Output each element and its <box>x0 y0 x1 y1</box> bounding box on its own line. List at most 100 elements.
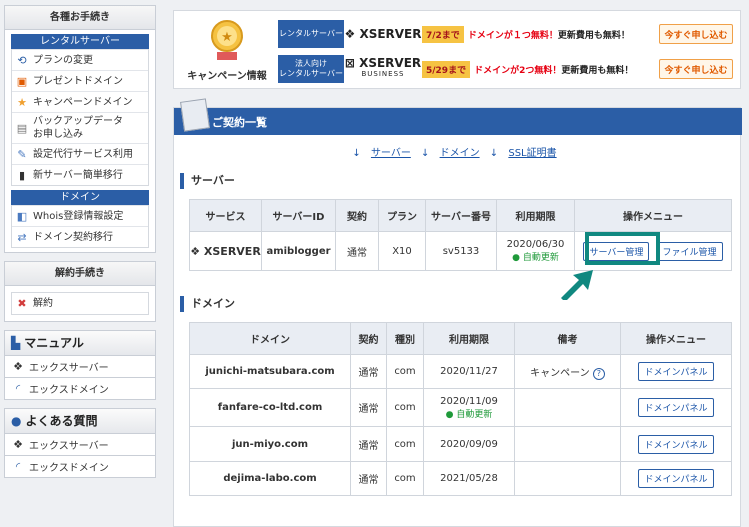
campaign-tag: レンタルサーバー <box>278 20 344 48</box>
campaign-row-business: 法人向け レンタルサーバー ⊠ XSERVER BUSINESS 5/29まで ド… <box>278 54 733 84</box>
domain-panel-button[interactable]: ドメインパネル <box>638 434 714 454</box>
star-icon: ★ <box>17 95 27 109</box>
apply-now-button[interactable]: 今すぐ申し込む <box>659 59 733 79</box>
cancel-box: 解約手続き ✖ 解約 <box>4 261 156 322</box>
anchor-links: ↓ サーバー ↓ ドメイン ↓ SSL証明書 <box>174 144 742 159</box>
document-icon <box>180 98 210 132</box>
plan: X10 <box>378 231 426 271</box>
expiry-cell: 2020/06/30 ● 自動更新 <box>496 231 575 271</box>
table-row: dejima-labo.com 通常 com 2021/05/28 ドメインパネ… <box>189 461 732 496</box>
check-icon: ● <box>445 409 457 420</box>
contract-type: 通常 <box>335 231 379 271</box>
sidebar-item-campaign-domain[interactable]: ★ キャンペーンドメイン <box>12 91 148 112</box>
sidebar-item-domain-transfer[interactable]: ⇄ ドメイン契約移行 <box>12 226 148 247</box>
xserver-logo-icon: ❖ <box>344 26 360 41</box>
expiry-cell: 2020/11/09 ● 自動更新 <box>423 388 515 427</box>
note-cell: キャンペーン ? <box>514 354 621 389</box>
anchor-link-domain[interactable]: ドメイン <box>440 148 480 159</box>
file-management-button[interactable]: ファイル管理 <box>656 241 723 261</box>
domain-panel-button[interactable]: ドメインパネル <box>638 398 714 417</box>
campaign-text: ドメインが2つ無料！更新費用も無料！ <box>474 65 634 76</box>
anchor-link-server[interactable]: サーバー <box>371 148 411 159</box>
domain-heading: ドメイン <box>180 296 235 312</box>
cancel-icon: ✖ <box>17 297 27 310</box>
sidebar-item-backup-data[interactable]: ▤ バックアップデータ お申し込み <box>12 112 148 143</box>
domain-menu: ◧ Whois登録情報設定 ⇄ ドメイン契約移行 <box>11 205 149 248</box>
wrench-icon: ✎ <box>17 147 27 161</box>
svg-text:★: ★ <box>221 30 233 45</box>
manual-link-xserver[interactable]: ❖ エックスサーバー <box>4 356 156 378</box>
cancel-menu: ✖ 解約 <box>11 292 149 315</box>
trophy-icon: ★ <box>211 20 243 60</box>
backup-icon: ▤ <box>16 121 28 135</box>
domain-heading: ドメイン <box>11 190 149 205</box>
faq-link-xdomain[interactable]: ◜ エックスドメイン <box>4 456 156 478</box>
server-heading: サーバー <box>180 173 235 189</box>
refresh-icon: ⟲ <box>17 53 27 67</box>
faq-link-xserver[interactable]: ❖ エックスサーバー <box>4 434 156 456</box>
domain-table: ドメイン 契約 種別 利用期限 備考 操作メニュー junichi-matsub… <box>189 322 732 496</box>
table-header-row: サービス サーバーID 契約 プラン サーバー番号 利用期限 操作メニュー <box>189 199 732 232</box>
server-number: sv5133 <box>425 231 497 271</box>
procedures-title: 各種お手続き <box>5 6 155 30</box>
manual-link-xdomain[interactable]: ◜ エックスドメイン <box>4 378 156 400</box>
contracts-title-bar: ご契約一覧 <box>174 98 742 135</box>
sidebar-item-plan-change[interactable]: ⟲ プランの変更 <box>12 49 148 70</box>
xserver-logo-icon: ❖ <box>13 438 23 451</box>
table-header-row: ドメイン 契約 種別 利用期限 備考 操作メニュー <box>189 322 732 355</box>
pointer-arrow-icon <box>561 270 593 300</box>
anchor-link-ssl[interactable]: SSL証明書 <box>508 148 556 159</box>
campaign-label: キャンペーン情報 <box>187 71 267 82</box>
sidebar: 各種お手続き レンタルサーバー ⟲ プランの変更 ▣ プレゼントドメイン ★ キャンペ… <box>4 5 156 478</box>
table-row: junichi-matsubara.com 通常 com 2020/11/27 … <box>189 354 732 389</box>
campaign-date: 5/29まで <box>422 60 471 78</box>
sidebar-item-present-domain[interactable]: ▣ プレゼントドメイン <box>12 70 148 91</box>
rental-server-heading: レンタルサーバー <box>11 34 149 49</box>
procedures-box: 各種お手続き レンタルサーバー ⟲ プランの変更 ▣ プレゼントドメイン ★ キャンペ… <box>4 5 156 253</box>
gift-icon: ▣ <box>16 74 28 88</box>
xdomain-logo-icon: ◜ <box>15 460 21 473</box>
table-row: jun-miyo.com 通常 com 2020/09/09 ドメインパネル <box>189 426 732 462</box>
xserver-logo: ❖ XSERVER <box>344 26 422 41</box>
rental-server-menu: ⟲ プランの変更 ▣ プレゼントドメイン ★ キャンペーンドメイン ▤ バックアップデー… <box>11 49 149 186</box>
server-icon: ▮ <box>18 168 26 182</box>
campaign-banner: ★ キャンペーン情報 レンタルサーバー ❖ XSERVER 7/2まで ドメイン… <box>173 10 741 89</box>
domain-panel-button[interactable]: ドメインパネル <box>638 362 714 381</box>
speech-bubble-icon: ● <box>11 414 22 428</box>
whois-icon: ◧ <box>16 209 28 223</box>
domain-panel-button[interactable]: ドメインパネル <box>638 469 714 488</box>
sidebar-item-server-migration[interactable]: ▮ 新サーバー簡単移行 <box>12 164 148 185</box>
check-icon: ● <box>512 253 523 263</box>
domain-name: dejima-labo.com <box>189 461 351 496</box>
help-icon[interactable]: ? <box>592 367 605 380</box>
xserver-logo-icon: ⊠ <box>344 56 360 70</box>
domain-name: jun-miyo.com <box>189 426 351 462</box>
table-row: fanfare-co-ltd.com 通常 com 2020/11/09 ● 自動… <box>189 388 732 427</box>
apply-now-button[interactable]: 今すぐ申し込む <box>659 24 733 44</box>
domain-name: fanfare-co-ltd.com <box>189 388 351 427</box>
xserver-logo-icon: ❖ <box>190 244 204 258</box>
xserver-logo-icon: ❖ <box>13 360 23 373</box>
xserver-business-logo: ⊠ XSERVER BUSINESS <box>344 56 422 78</box>
sidebar-item-whois[interactable]: ◧ Whois登録情報設定 <box>12 205 148 226</box>
campaign-info: ★ キャンペーン情報 <box>182 16 272 82</box>
campaign-text: ドメインが１つ無料！更新費用も無料！ <box>467 30 630 41</box>
campaign-date: 7/2まで <box>422 25 464 43</box>
arrow-down-icon: ↓ <box>489 148 502 159</box>
transfer-icon: ⇄ <box>17 230 27 244</box>
cancel-title: 解約手続き <box>5 262 155 286</box>
book-icon: ▙ <box>11 336 21 350</box>
sidebar-item-setting-service[interactable]: ✎ 設定代行サービス利用 <box>12 143 148 164</box>
service-cell: ❖ XSERVER <box>189 231 262 271</box>
xdomain-logo-icon: ◜ <box>15 382 21 395</box>
server-id: amiblogger <box>261 231 336 271</box>
sidebar-item-cancel[interactable]: ✖ 解約 <box>12 293 148 314</box>
campaign-tag: 法人向け レンタルサーバー <box>278 55 344 83</box>
highlight-box <box>585 232 660 265</box>
domain-name: junichi-matsubara.com <box>189 354 351 389</box>
arrow-down-icon: ↓ <box>421 148 433 159</box>
campaign-row-rental: レンタルサーバー ❖ XSERVER 7/2まで ドメインが１つ無料！更新費用も… <box>278 19 733 49</box>
main-content: ★ キャンペーン情報 レンタルサーバー ❖ XSERVER 7/2まで ドメイン… <box>173 10 742 527</box>
faq-heading: ● よくある質問 <box>4 408 156 434</box>
manual-heading: ▙ マニュアル <box>4 330 156 356</box>
